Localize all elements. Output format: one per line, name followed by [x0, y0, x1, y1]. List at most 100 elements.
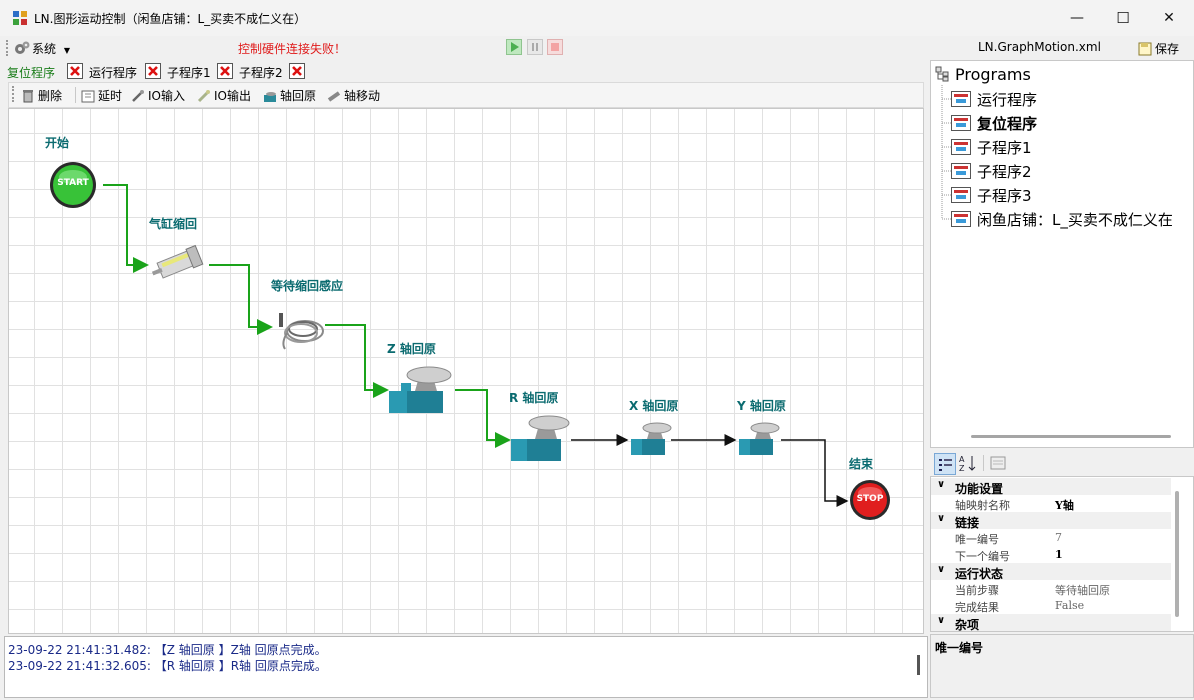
- collapse-chevron-icon[interactable]: ∨: [937, 513, 945, 524]
- connector-sensor-to-z: [325, 324, 389, 398]
- start-node[interactable]: START: [49, 161, 97, 209]
- log-panel[interactable]: 23-09-22 21:41:31.482: 【Z 轴回原 】Z轴 回原点完成。…: [4, 636, 928, 698]
- x-axis-home-label: X 轴回原: [629, 399, 679, 413]
- maximize-button[interactable]: ☐: [1100, 0, 1146, 36]
- categorized-icon: [939, 459, 952, 471]
- y-axis-home-node[interactable]: [737, 419, 783, 459]
- property-value[interactable]: 等待轴回原: [1055, 582, 1110, 598]
- tab-run-program[interactable]: 运行程序: [89, 64, 137, 81]
- r-axis-home-node[interactable]: [507, 411, 573, 465]
- gears-icon: [14, 40, 30, 59]
- program-tabs: 复位程序 运行程序 子程序1 子程序2: [0, 60, 926, 82]
- tree-item-label: 子程序2: [977, 163, 1032, 181]
- axis-home-label: 轴回原: [280, 89, 317, 103]
- collapse-chevron-icon[interactable]: ∨: [937, 564, 945, 575]
- io-output-button[interactable]: IO输出: [197, 87, 251, 104]
- property-row[interactable]: 当前步骤 等待轴回原: [931, 580, 1171, 597]
- end-node[interactable]: STOP: [849, 479, 891, 521]
- end-node-label: 结束: [849, 457, 874, 471]
- axis-home-button[interactable]: 轴回原: [263, 87, 316, 104]
- tree-root-label: Programs: [955, 65, 1031, 84]
- property-value[interactable]: 7: [1055, 531, 1062, 544]
- system-menu[interactable]: 系统 ▼: [14, 40, 70, 59]
- tab-subprogram-2[interactable]: 子程序2: [239, 64, 283, 81]
- minimize-button[interactable]: —: [1054, 0, 1100, 36]
- property-category[interactable]: ∨ 运行状态: [931, 563, 1171, 581]
- io-input-label: IO输入: [148, 89, 185, 103]
- tree-horizontal-scrollbar[interactable]: [971, 435, 1171, 438]
- tab-close-icon[interactable]: [289, 63, 305, 79]
- property-value[interactable]: 1: [1055, 548, 1063, 561]
- tree-item-subprogram-2[interactable]: 子程序2: [951, 161, 1032, 182]
- delete-label: 删除: [38, 89, 63, 103]
- wait-sensor-node[interactable]: [271, 305, 327, 353]
- property-row[interactable]: 唯一编号 7: [931, 529, 1171, 546]
- toolbar-separator: [75, 87, 76, 103]
- proximity-sensor-icon: [279, 313, 324, 350]
- property-pages-button[interactable]: [988, 453, 1008, 473]
- flow-toolbar: 删除 延时 IO输入 IO输出 轴回原 轴移动: [8, 82, 924, 108]
- z-axis-home-label: Z 轴回原: [387, 342, 436, 356]
- toolbar-separator: [983, 455, 984, 471]
- tab-reset-program[interactable]: 复位程序: [7, 64, 55, 81]
- stop-button[interactable]: [547, 39, 563, 58]
- system-menu-label: 系统: [32, 42, 57, 56]
- collapse-chevron-icon[interactable]: ∨: [937, 615, 945, 626]
- program-icon: [951, 187, 971, 203]
- property-name: 轴映射名称: [955, 499, 1010, 512]
- property-description: 唯一编号: [930, 634, 1194, 698]
- flow-canvas[interactable]: 开始 START 气缸缩回 等待缩回感应 Z 轴回原 R 轴回原 X 轴回原 Y…: [8, 108, 924, 634]
- program-icon: [951, 163, 971, 179]
- property-scrollbar[interactable]: [1175, 491, 1179, 617]
- collapse-chevron-icon[interactable]: ∨: [937, 479, 945, 490]
- program-tree[interactable]: Programs 运行程序 复位程序 子程序1 子程序2 子程序3 闲鱼店铺：L…: [930, 60, 1194, 448]
- alphabetical-view-button[interactable]: AZ: [958, 453, 978, 473]
- delay-icon: [81, 89, 95, 103]
- save-button[interactable]: 保存: [1138, 40, 1179, 59]
- run-button[interactable]: [506, 39, 522, 58]
- delay-button[interactable]: 延时: [81, 87, 122, 104]
- tree-item-label: 子程序1: [977, 139, 1032, 157]
- io-input-button[interactable]: IO输入: [131, 87, 185, 104]
- io-output-label: IO输出: [214, 89, 251, 103]
- delete-button[interactable]: 删除: [21, 87, 62, 104]
- property-value[interactable]: False: [1055, 599, 1084, 612]
- tab-close-icon[interactable]: [67, 63, 83, 79]
- config-file-name: LN.GraphMotion.xml: [978, 40, 1101, 54]
- tree-item-run-program[interactable]: 运行程序: [951, 89, 1037, 110]
- tree-item-reset-program[interactable]: 复位程序: [951, 113, 1037, 134]
- property-category[interactable]: ∨ 杂项: [931, 614, 1171, 631]
- log-scrollbar[interactable]: [917, 655, 920, 675]
- tree-item-subprogram-1[interactable]: 子程序1: [951, 137, 1032, 158]
- axis-move-button[interactable]: 轴移动: [327, 87, 380, 104]
- cylinder-retract-node[interactable]: [147, 239, 211, 289]
- tab-subprogram-1[interactable]: 子程序1: [167, 64, 211, 81]
- r-axis-home-label: R 轴回原: [509, 391, 559, 405]
- pneumatic-cylinder-icon: [151, 244, 204, 279]
- property-row[interactable]: 完成结果 False: [931, 597, 1171, 614]
- start-button-text: START: [57, 178, 89, 188]
- property-category[interactable]: ∨ 链接: [931, 512, 1171, 530]
- stop-button-text: STOP: [856, 494, 884, 504]
- property-row[interactable]: 下一个编号 1: [931, 546, 1171, 563]
- x-axis-home-node[interactable]: [629, 419, 673, 459]
- y-axis-home-label: Y 轴回原: [737, 399, 786, 413]
- z-axis-home-node[interactable]: [385, 361, 455, 417]
- tab-close-icon[interactable]: [145, 63, 161, 79]
- pause-button[interactable]: [527, 39, 543, 58]
- property-grid[interactable]: ∨ 功能设置 轴映射名称 Y轴 ∨ 链接 唯一编号 7 下一个编号 1 ∨ 运行…: [930, 476, 1194, 632]
- program-icon: [951, 211, 971, 227]
- svg-text:A: A: [959, 455, 965, 464]
- close-window-button[interactable]: ✕: [1146, 0, 1192, 36]
- io-output-icon: [197, 89, 211, 103]
- tree-root[interactable]: Programs: [935, 65, 1031, 86]
- dropdown-arrow-icon: ▼: [63, 46, 70, 55]
- tab-close-icon[interactable]: [217, 63, 233, 79]
- tree-item-subprogram-3[interactable]: 子程序3: [951, 185, 1032, 206]
- categorized-view-button[interactable]: [934, 453, 956, 475]
- property-value[interactable]: Y轴: [1055, 497, 1074, 513]
- property-row[interactable]: 轴映射名称 Y轴: [931, 495, 1171, 512]
- tree-item-shop[interactable]: 闲鱼店铺：L_买卖不成仁义在: [951, 209, 1173, 230]
- tree-item-label: 复位程序: [977, 115, 1038, 133]
- property-category[interactable]: ∨ 功能设置: [931, 478, 1171, 496]
